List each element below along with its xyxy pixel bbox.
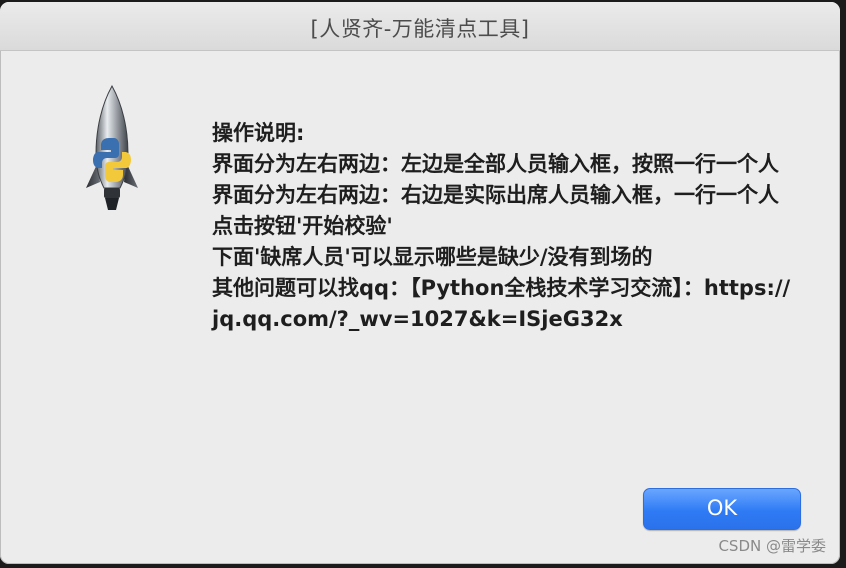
title-bar[interactable]: [人贤齐-万能清点工具]	[0, 2, 840, 51]
window-title: [人贤齐-万能清点工具]	[310, 17, 530, 41]
alert-dialog-window: [人贤齐-万能清点工具] 操作说明: 界面分为左右两边：左边是全部人员输入框，按…	[0, 2, 840, 564]
dialog-message: 操作说明: 界面分为左右两边：左边是全部人员输入框，按照一行一个人 界面分为左右…	[212, 121, 791, 331]
ok-button[interactable]: OK	[643, 488, 801, 530]
csdn-watermark: CSDN @雷学委	[718, 537, 826, 555]
python-rocket-icon	[80, 84, 144, 212]
